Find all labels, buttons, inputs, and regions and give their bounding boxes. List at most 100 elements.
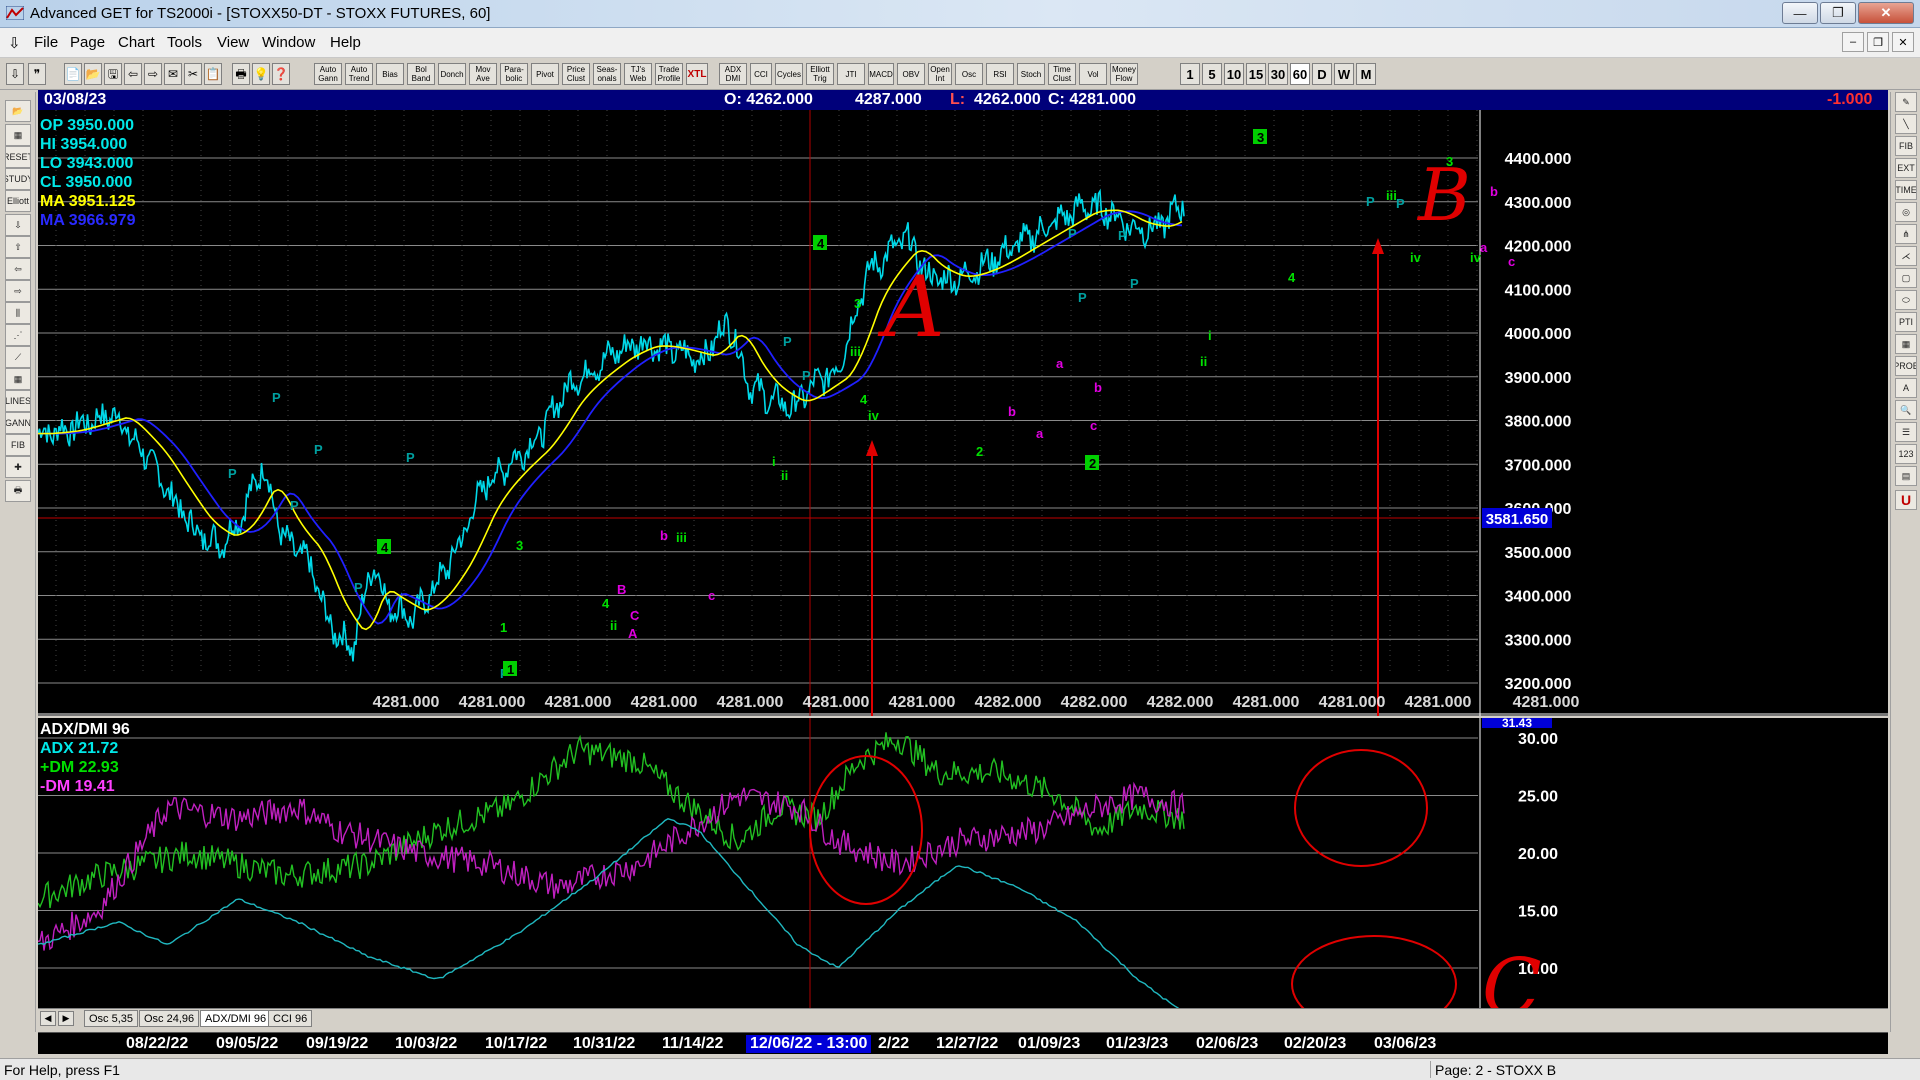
file-toolbar-button[interactable]: ✉ (164, 63, 182, 85)
study-button[interactable]: Bias (376, 63, 404, 85)
study-button[interactable]: Trade Profile (655, 63, 683, 85)
u-tool-icon[interactable]: U (1895, 490, 1917, 510)
study-button[interactable]: Pivot (531, 63, 559, 85)
period-button[interactable]: 1 (1180, 63, 1200, 85)
tab-scroll-right-icon[interactable]: ▶ (58, 1011, 74, 1026)
numbers-icon[interactable]: 123 (1895, 444, 1917, 464)
study-button[interactable]: RSI (986, 63, 1014, 85)
text-tool-icon[interactable]: A (1895, 378, 1917, 398)
study-button[interactable]: XTL (686, 63, 708, 85)
menu-chart[interactable]: Chart (118, 34, 155, 51)
study-button[interactable]: Time Clust (1048, 63, 1076, 85)
maximize-button[interactable]: ❐ (1820, 2, 1856, 24)
file-toolbar-button[interactable]: 📋 (204, 63, 222, 85)
fib-ext-icon[interactable]: EXT (1895, 158, 1917, 178)
menu-help[interactable]: Help (330, 34, 361, 51)
study-button[interactable]: TJ's Web (624, 63, 652, 85)
reset-icon[interactable]: RESET (5, 146, 31, 168)
ellipse-icon[interactable]: ⬭ (1895, 290, 1917, 310)
minimize-button[interactable]: — (1782, 2, 1818, 24)
study-icon[interactable]: STUDY (5, 168, 31, 190)
study-button[interactable]: Price Clust (562, 63, 590, 85)
pitchfork-icon[interactable]: ⋔ (1895, 224, 1917, 244)
tab-scroll-left-icon[interactable]: ◀ (40, 1011, 56, 1026)
adx-dmi-pane[interactable]: 31.43 30.00 25.00 20.00 15.00 10.00 C ADX/DMI … (38, 718, 1888, 1008)
pti-icon[interactable]: PTI (1895, 312, 1917, 332)
fib-time-icon[interactable]: TIME (1895, 180, 1917, 200)
lines-icon[interactable]: LINES (5, 390, 31, 412)
list-tool-icon[interactable]: ☰ (1895, 422, 1917, 442)
zoom-icon[interactable]: 🔍 (1895, 400, 1917, 420)
price-chart-pane[interactable]: 4400.000 4300.000 4200.000 4100.000 4000.000… (38, 110, 1888, 716)
file-toolbar-button[interactable]: 🖫 (104, 63, 122, 85)
study-button[interactable]: CCI (750, 63, 772, 85)
study-button[interactable]: Auto Trend (345, 63, 373, 85)
study-button[interactable]: Vol (1079, 63, 1107, 85)
file-toolbar-button[interactable]: 📂 (84, 63, 102, 85)
bars-icon[interactable]: ⫼ (5, 302, 31, 324)
study-button[interactable]: Stoch (1017, 63, 1045, 85)
file-toolbar-button[interactable]: 📄 (64, 63, 82, 85)
period-button[interactable]: M (1356, 63, 1376, 85)
zigzag-icon[interactable]: ⋰ (5, 324, 31, 346)
period-button[interactable]: 5 (1202, 63, 1222, 85)
period-button[interactable]: 15 (1246, 63, 1266, 85)
rect-tool-icon[interactable]: ▢ (1895, 268, 1917, 288)
study-button[interactable]: Cycles (775, 63, 803, 85)
study-button[interactable]: Para-bolic (500, 63, 528, 85)
tab-osc-24-96[interactable]: Osc 24,96 (139, 1010, 200, 1027)
period-button[interactable]: 60 (1290, 63, 1310, 85)
study-button[interactable]: Donch (438, 63, 466, 85)
study-button[interactable]: Osc (955, 63, 983, 85)
fib-icon[interactable]: FIB (5, 434, 31, 456)
tab-cci-96[interactable]: CCI 96 (268, 1010, 313, 1027)
open-folder-icon[interactable]: 📂 (5, 100, 31, 122)
period-button[interactable]: 10 (1224, 63, 1244, 85)
table-icon[interactable]: ▤ (1895, 466, 1917, 486)
close-button[interactable]: ✕ (1858, 2, 1914, 24)
menu-page[interactable]: Page (70, 34, 105, 51)
study-button[interactable]: Open Int (928, 63, 952, 85)
mdi-minimize-button[interactable]: – (1842, 32, 1864, 52)
line-tool-icon[interactable]: ╲ (1895, 114, 1917, 134)
pin-toolbar-icon[interactable]: ⇩ (6, 63, 24, 85)
study-button[interactable]: MACD (868, 63, 894, 85)
prob-icon[interactable]: PROB (1895, 356, 1917, 376)
fib-retrace-icon[interactable]: FIB (1895, 136, 1917, 156)
arrow-right-icon[interactable]: ⇨ (5, 280, 31, 302)
pin-icon[interactable]: ⇩ (8, 34, 21, 52)
study-button[interactable]: Money Flow (1110, 63, 1138, 85)
study-button[interactable]: JTI (837, 63, 865, 85)
arrow-up-icon[interactable]: ⇧ (5, 236, 31, 258)
period-button[interactable]: W (1334, 63, 1354, 85)
study-button[interactable]: ADX DMI (719, 63, 747, 85)
period-button[interactable]: 30 (1268, 63, 1288, 85)
study-button[interactable]: Mov Ave (469, 63, 497, 85)
quote-icon[interactable]: ❞ (28, 63, 46, 85)
menu-tools[interactable]: Tools (167, 34, 202, 51)
crosshair-icon[interactable]: ✚ (5, 456, 31, 478)
file-toolbar-button[interactable]: ⇦ (124, 63, 142, 85)
grid-icon[interactable]: ▦ (5, 368, 31, 390)
print-toolbar-button[interactable]: 💡 (252, 63, 270, 85)
grid-tool-icon[interactable]: ▦ (1895, 334, 1917, 354)
file-toolbar-button[interactable]: ✂ (184, 63, 202, 85)
period-button[interactable]: D (1312, 63, 1332, 85)
channel-icon[interactable]: ⟋ (5, 346, 31, 368)
study-button[interactable]: Bol Band (407, 63, 435, 85)
arrow-down-icon[interactable]: ⇩ (5, 214, 31, 236)
fan-icon[interactable]: ⋌ (1895, 246, 1917, 266)
gann-fan-icon[interactable]: GANN (5, 412, 31, 434)
print-toolbar-button[interactable]: ❓ (272, 63, 290, 85)
tab-osc-5-35[interactable]: Osc 5,35 (84, 1010, 139, 1027)
elliott-icon[interactable]: Elliott (5, 190, 31, 212)
tab-adx-dmi-96[interactable]: ADX/DMI 96 (200, 1010, 272, 1027)
menu-window[interactable]: Window (262, 34, 315, 51)
pencil-icon[interactable]: ✎ (1895, 92, 1917, 112)
study-button[interactable]: OBV (897, 63, 925, 85)
study-button[interactable]: Seas-onals (593, 63, 621, 85)
circle-tool-icon[interactable]: ◎ (1895, 202, 1917, 222)
gann-icon[interactable]: ▦ (5, 124, 31, 146)
print-toolbar-button[interactable]: 🖶 (232, 63, 250, 85)
mdi-restore-button[interactable]: ❐ (1867, 32, 1889, 52)
